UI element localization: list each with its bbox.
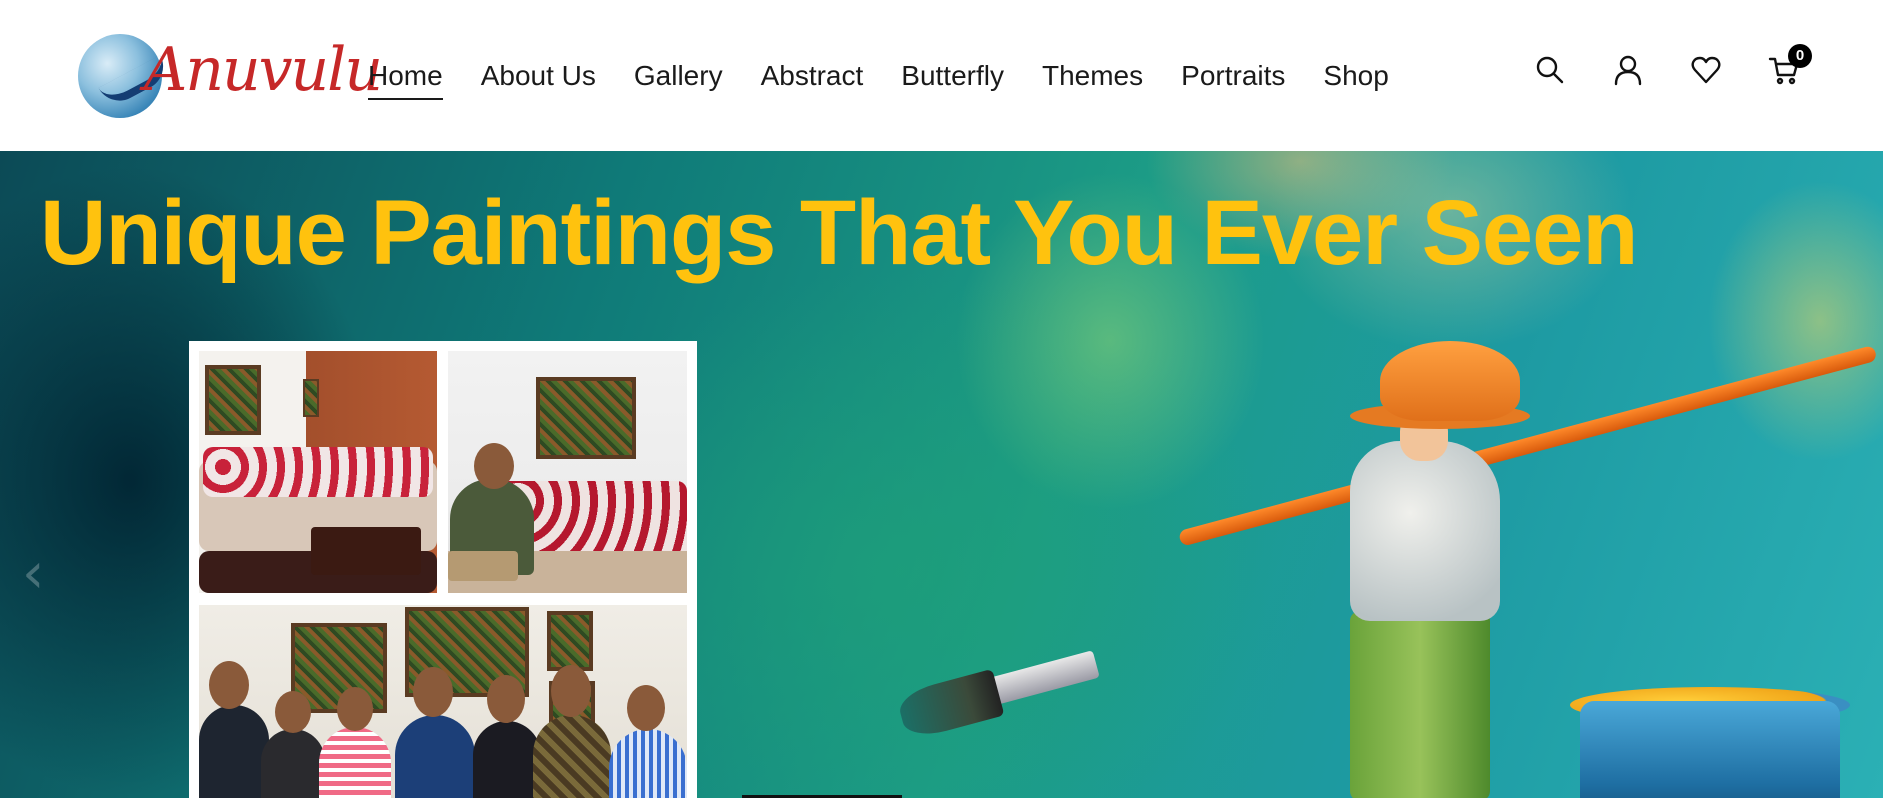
brush-bristles bbox=[895, 668, 1005, 742]
site-header: Anuvulu Home About Us Gallery Abstract B… bbox=[0, 0, 1883, 151]
nav-item-shop[interactable]: Shop bbox=[1323, 56, 1388, 96]
person-4-head bbox=[413, 667, 453, 717]
man-on-sofa-photo bbox=[448, 351, 687, 593]
person-2 bbox=[261, 729, 325, 798]
person-6-head bbox=[551, 665, 591, 717]
nav-item-abstract[interactable]: Abstract bbox=[761, 56, 864, 96]
person-7-head bbox=[627, 685, 665, 731]
site-logo[interactable]: Anuvulu bbox=[78, 30, 383, 126]
hero-title: Unique Paintings That You Ever Seen bbox=[40, 182, 1638, 284]
coffee-table bbox=[311, 527, 421, 575]
person-3-head bbox=[337, 687, 373, 731]
logo-text: Anuvulu bbox=[144, 35, 383, 105]
chevron-left-icon[interactable]: ‹ bbox=[22, 541, 44, 606]
search-icon[interactable] bbox=[1534, 54, 1566, 86]
user-icon[interactable] bbox=[1612, 54, 1644, 86]
seated-man-trousers bbox=[448, 551, 518, 581]
brush-ferrule bbox=[986, 650, 1100, 706]
exhibit-painting-3 bbox=[547, 611, 593, 671]
cart-count-badge: 0 bbox=[1788, 44, 1812, 68]
nav-item-home[interactable]: Home bbox=[368, 56, 443, 100]
nav-item-butterfly[interactable]: Butterfly bbox=[901, 56, 1004, 96]
figurine-shirt bbox=[1350, 441, 1500, 621]
figurine-pants bbox=[1350, 611, 1490, 798]
person-3 bbox=[319, 727, 391, 798]
person-2-head bbox=[275, 691, 311, 733]
living-room-photo bbox=[199, 351, 437, 593]
paint-jar bbox=[1580, 701, 1840, 798]
person-1 bbox=[199, 705, 269, 798]
header-icons: 0 bbox=[1534, 44, 1812, 86]
cart-icon[interactable]: 0 bbox=[1768, 44, 1812, 86]
nav-item-portraits[interactable]: Portraits bbox=[1181, 56, 1285, 96]
person-5 bbox=[473, 721, 541, 798]
wall-painting bbox=[536, 377, 636, 459]
painter-figurine-image bbox=[880, 321, 1880, 798]
main-nav: Home About Us Gallery Abstract Butterfly… bbox=[368, 56, 1427, 100]
person-6 bbox=[533, 715, 611, 798]
nav-item-gallery[interactable]: Gallery bbox=[634, 56, 723, 96]
figurine-hat bbox=[1380, 341, 1520, 421]
seated-man-head bbox=[474, 443, 514, 489]
person-4 bbox=[395, 715, 475, 798]
heart-icon[interactable] bbox=[1690, 54, 1722, 86]
sofa-cushions bbox=[203, 447, 433, 497]
wall-painting bbox=[205, 365, 261, 435]
hero-banner: Unique Paintings That You Ever Seen ‹ bbox=[0, 151, 1883, 798]
person-7 bbox=[609, 729, 687, 798]
person-1-head bbox=[209, 661, 249, 709]
nav-item-about-us[interactable]: About Us bbox=[481, 56, 596, 96]
nav-item-themes[interactable]: Themes bbox=[1042, 56, 1143, 96]
brush-handle bbox=[1177, 344, 1878, 547]
wall-painting-small bbox=[303, 379, 319, 417]
group-photo bbox=[199, 605, 687, 798]
photo-collage bbox=[189, 341, 697, 798]
person-5-head bbox=[487, 675, 525, 723]
